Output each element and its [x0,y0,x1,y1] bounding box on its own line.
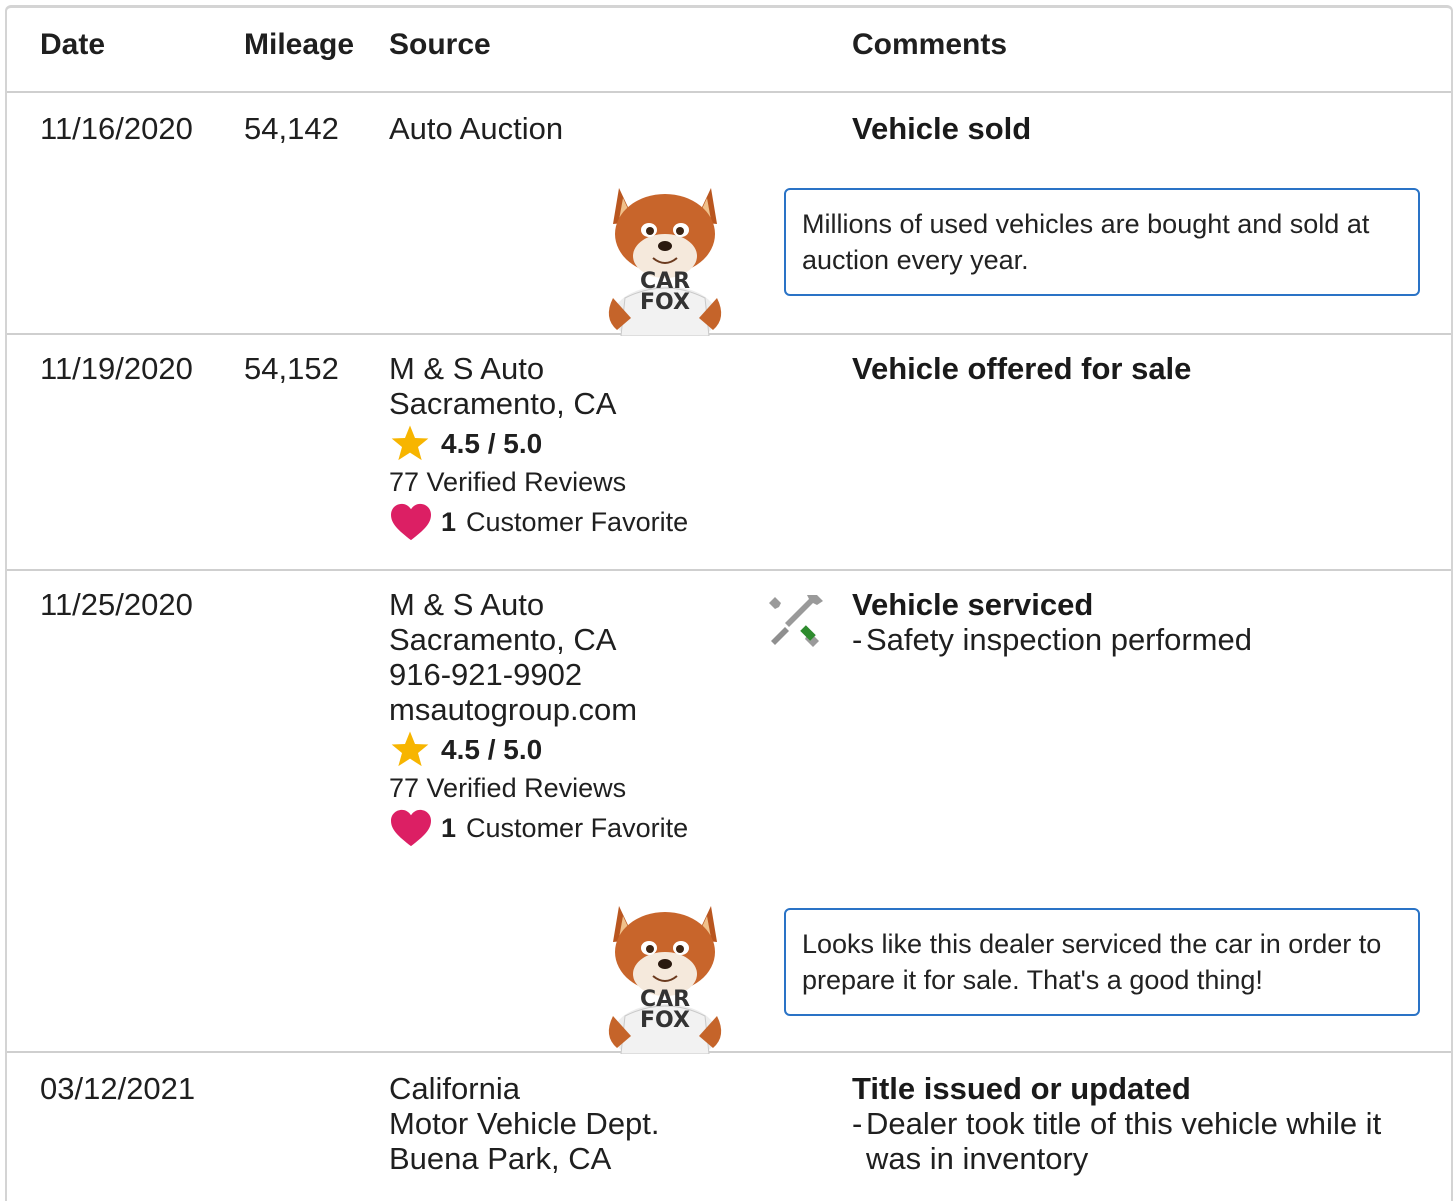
dealer-name-link[interactable]: M & S Auto [389,587,688,622]
carfox-tip: Millions of used vehicles are bought and… [784,188,1420,296]
favorite-count: 1 [441,506,457,537]
source-line: California [389,1071,520,1106]
carfox-mascot: CAR FOX [608,906,722,1054]
table-row: 11/25/2020 M & S Auto Sacramento, CA 916… [7,571,1451,1054]
comment-title: Vehicle sold [852,111,1032,146]
customer-favorite: 1 Customer Favorite [389,807,688,849]
header-source: Source [389,28,491,61]
heart-icon [391,503,431,541]
dealer-phone[interactable]: 916-921-9902 [389,657,688,692]
heart-icon [391,809,431,847]
row-source: California Motor Vehicle Dept. Buena Par… [389,1071,660,1176]
header-mileage: Mileage [244,28,355,61]
carfox-tip: Looks like this dealer serviced the car … [784,908,1420,1016]
comment-title: Vehicle serviced [852,587,1094,622]
comment-item: - Safety inspection performed [852,622,1252,657]
carfox-mascot: CAR FOX [608,188,722,336]
table-row: 11/16/2020 54,142 Auto Auction Vehicle s… [7,93,1451,336]
favorite-label: Customer Favorite [466,812,689,843]
source-line: Buena Park, CA [389,1141,612,1176]
row-date: 11/16/2020 [40,111,193,146]
mascot-shirt-text-2: FOX [640,1008,690,1033]
table-row: 11/19/2020 54,152 M & S Auto Sacramento,… [7,335,1451,571]
dealer-name-link[interactable]: M & S Auto [389,351,688,386]
dealer-rating[interactable]: 4.5 / 5.0 [389,423,688,463]
header-comments: Comments [852,28,1008,61]
dealer-rating[interactable]: 4.5 / 5.0 [389,729,688,769]
comment-item: - Dealer took title of this vehicle whil… [852,1106,1422,1176]
source-line: Auto Auction [389,111,564,146]
comment-title: Vehicle offered for sale [852,351,1192,386]
comment-item-text: Safety inspection performed [866,622,1252,657]
vehicle-history-table: Date Mileage Source Comments 11/16/2020 … [5,5,1453,1201]
row-comments: Title issued or updated - Dealer took ti… [852,1071,1422,1176]
tools-icon [769,595,823,647]
source-line: Motor Vehicle Dept. [389,1106,660,1141]
customer-favorite: 1 Customer Favorite [389,501,688,543]
mascot-shirt-text-2: FOX [640,290,690,315]
star-icon [391,425,429,461]
rating-score: 4.5 / 5.0 [441,427,543,459]
comment-item-text: Dealer took title of this vehicle while … [866,1106,1382,1176]
table-row: 03/12/2021 California Motor Vehicle Dept… [7,1053,1451,1201]
verified-reviews-link[interactable]: 77 Verified Reviews [389,463,688,501]
favorite-count: 1 [441,812,457,843]
row-mileage: 54,152 [244,351,339,386]
row-comments: Vehicle serviced - Safety inspection per… [852,587,1252,657]
header-date: Date [40,28,106,61]
table-header: Date Mileage Source Comments [7,8,1451,93]
comment-title: Title issued or updated [852,1071,1191,1106]
verified-reviews-link[interactable]: 77 Verified Reviews [389,769,688,807]
row-mileage: 54,142 [244,111,339,146]
row-source: Auto Auction [389,111,563,146]
dealer-location: Sacramento, CA [389,386,617,421]
favorite-label: Customer Favorite [466,506,689,537]
dealer-location: Sacramento, CA [389,622,617,657]
row-date: 11/19/2020 [40,351,193,386]
row-source: M & S Auto Sacramento, CA 916-921-9902 m… [389,587,688,849]
row-comments: Vehicle sold [852,111,1031,146]
dealer-website-link[interactable]: msautogroup.com [389,692,688,727]
row-source: M & S Auto Sacramento, CA 4.5 / 5.0 77 V… [389,351,688,543]
row-date: 11/25/2020 [40,587,193,622]
row-comments: Vehicle offered for sale [852,351,1191,386]
row-date: 03/12/2021 [40,1071,196,1106]
star-icon [391,731,429,767]
rating-score: 4.5 / 5.0 [441,733,543,765]
